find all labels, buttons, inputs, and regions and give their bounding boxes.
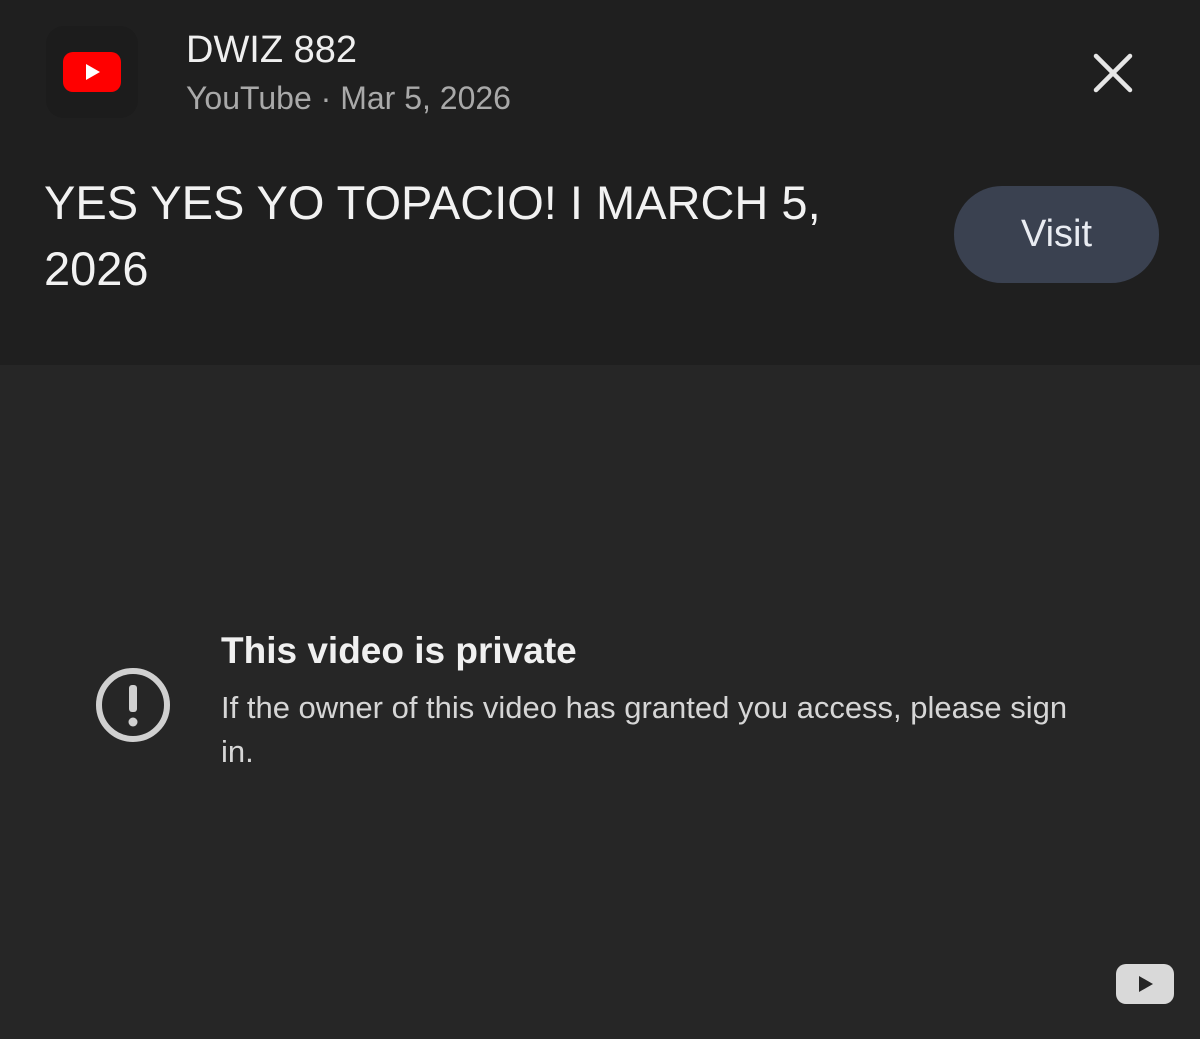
visit-button[interactable]: Visit (954, 186, 1159, 283)
meta-separator: · (320, 80, 332, 116)
close-button[interactable] (1084, 44, 1142, 102)
embed-header: DWIZ 882 YouTube · Mar 5, 2026 YES YES Y… (0, 0, 1200, 365)
youtube-logo-icon (46, 26, 138, 118)
video-title: YES YES YO TOPACIO! I MARCH 5, 2026 (44, 176, 821, 295)
private-video-title: This video is private (221, 630, 577, 671)
private-video-message: If the owner of this video has granted y… (221, 690, 1068, 769)
youtube-icon[interactable] (1116, 964, 1174, 1004)
close-icon (1093, 53, 1133, 93)
exclamation-circle-icon (96, 668, 170, 742)
post-date: Mar 5, 2026 (340, 80, 511, 116)
source-meta: YouTube · Mar 5, 2026 (186, 78, 511, 118)
channel-name[interactable]: DWIZ 882 (186, 28, 357, 72)
source-name: YouTube (186, 80, 312, 116)
